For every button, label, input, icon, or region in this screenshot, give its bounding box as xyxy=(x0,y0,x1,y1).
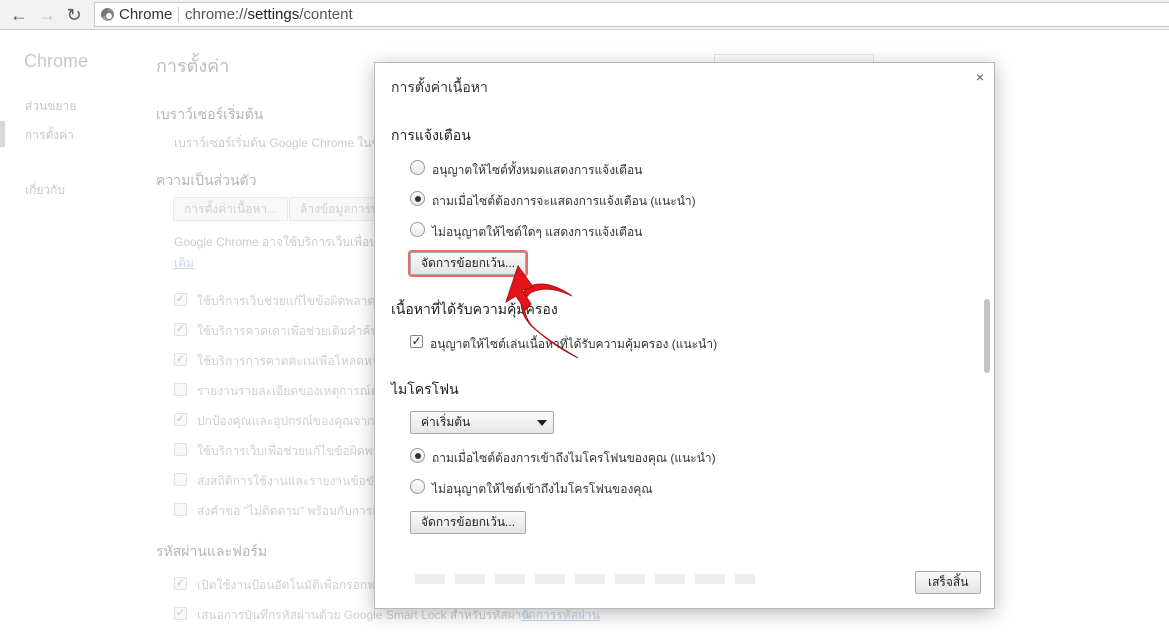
microphone-radio[interactable] xyxy=(410,479,425,494)
notifications-manage-exceptions-button[interactable]: จัดการข้อยกเว้น... xyxy=(410,252,527,275)
back-arrow-icon[interactable]: ← xyxy=(8,4,30,26)
close-icon[interactable]: × xyxy=(976,69,984,85)
address-bar[interactable]: Chrome chrome://settings/content xyxy=(94,2,1169,27)
notifications-radio[interactable] xyxy=(410,160,425,175)
faded-next-section xyxy=(415,574,755,584)
microphone-device-select[interactable]: ค่าเริ่มต้น xyxy=(410,411,554,434)
forward-arrow-icon[interactable]: → xyxy=(36,4,58,26)
notifications-radio-label: ถามเมื่อไซต์ต้องการจะแสดงการแจ้งเตือน (แ… xyxy=(432,194,696,208)
protected-content-heading: เนื้อหาที่ได้รับความคุ้มครอง xyxy=(391,301,558,317)
chrome-logo-icon xyxy=(101,8,114,21)
microphone-radio-label: ถามเมื่อไซต์ต้องการเข้าถึงไมโครโฟนของคุณ… xyxy=(432,451,716,465)
browser-toolbar: ← → ↻ Chrome chrome://settings/content xyxy=(0,0,1169,30)
url-text[interactable]: chrome://settings/content xyxy=(185,3,353,26)
content-settings-dialog: การตั้งค่าเนื้อหา × การแจ้งเตือน อนุญาตใ… xyxy=(374,62,995,609)
protected-content-checkbox[interactable]: ✓ xyxy=(410,335,423,348)
chevron-down-icon xyxy=(537,420,547,426)
microphone-radio-label: ไม่อนุญาตให้ไซต์เข้าถึงไมโครโฟนของคุณ xyxy=(432,482,653,496)
omnibox-chip: Chrome xyxy=(119,6,173,23)
done-button[interactable]: เสร็จสิ้น xyxy=(915,571,982,594)
notifications-radio[interactable] xyxy=(410,191,425,206)
microphone-heading: ไมโครโฟน xyxy=(391,381,459,397)
notifications-radio-label: อนุญาตให้ไซต์ทั้งหมดแสดงการแจ้งเตือน xyxy=(432,163,643,177)
omnibox-divider xyxy=(178,7,179,23)
dialog-title: การตั้งค่าเนื้อหา xyxy=(391,79,488,95)
url-host: settings xyxy=(247,6,300,23)
url-scheme: chrome:// xyxy=(185,6,248,23)
reload-icon[interactable]: ↻ xyxy=(63,4,85,26)
notifications-heading: การแจ้งเตือน xyxy=(391,127,471,143)
microphone-select-value: ค่าเริ่มต้น xyxy=(421,415,471,429)
notifications-radio-label: ไม่อนุญาตให้ไซต์ใดๆ แสดงการแจ้งเตือน xyxy=(432,225,643,239)
microphone-radio[interactable] xyxy=(410,448,425,463)
protected-content-label: อนุญาตให้ไซต์เล่นเนื้อหาที่ได้รับความคุ้… xyxy=(430,337,718,351)
url-path: /content xyxy=(299,6,353,23)
microphone-manage-exceptions-button[interactable]: จัดการข้อยกเว้น... xyxy=(410,511,527,534)
notifications-radio[interactable] xyxy=(410,222,425,237)
dialog-scrollbar[interactable] xyxy=(984,299,990,373)
